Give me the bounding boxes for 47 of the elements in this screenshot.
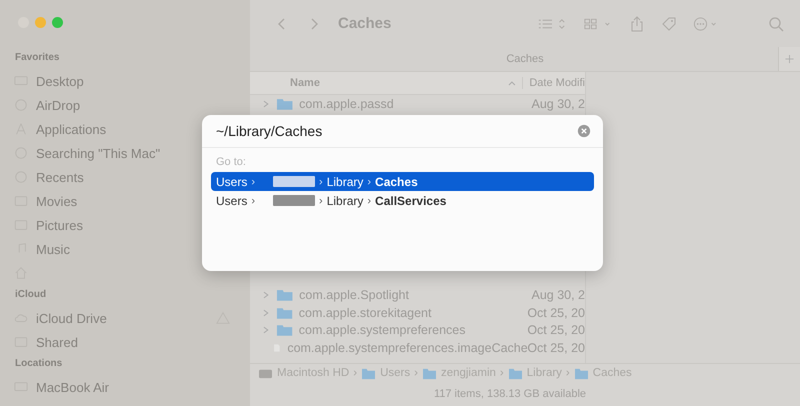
path-separator: › xyxy=(500,367,504,379)
sidebar-item[interactable]: Recents xyxy=(36,170,84,184)
sidebar-item[interactable]: Shared xyxy=(36,334,78,350)
sidebar-heading: Favorites xyxy=(15,52,60,63)
sidebar-item[interactable]: Movies xyxy=(36,194,78,208)
sidebar-item[interactable]: AirDrop xyxy=(36,98,80,112)
redacted-block xyxy=(273,195,316,206)
date-modified: Oct 25, 20 xyxy=(527,306,585,320)
sidebar-item[interactable]: MacBook Air xyxy=(36,380,109,394)
file-name[interactable]: com.apple.storekitagent xyxy=(298,306,528,320)
file-name[interactable]: com.apple.passd xyxy=(299,96,532,111)
sidebar-item[interactable]: Applications xyxy=(36,122,106,136)
file-name[interactable]: com.apple.systempreferences xyxy=(298,323,528,338)
sidebar-item[interactable]: Pictures xyxy=(36,218,83,232)
disclosure-icon[interactable] xyxy=(262,291,270,300)
sidebar-heading: iCloud xyxy=(15,289,48,300)
add-tab-icon[interactable] xyxy=(778,47,800,71)
sidebar-item[interactable]: iCloud Drive xyxy=(36,310,107,326)
date-modified: Aug 30, 2 xyxy=(531,288,585,302)
disclosure-icon[interactable] xyxy=(262,100,270,108)
minimize-button[interactable] xyxy=(35,17,46,28)
path-separator: › xyxy=(566,367,570,379)
disclosure-icon[interactable] xyxy=(262,326,270,334)
path-separator: › xyxy=(353,367,358,379)
tag-icon[interactable] xyxy=(661,16,678,32)
sidebar-item[interactable]: Desktop xyxy=(36,74,84,88)
redacted-block xyxy=(273,176,316,187)
clear-icon[interactable] xyxy=(577,124,591,138)
sidebar-item[interactable]: Searching "This Mac" xyxy=(36,146,160,160)
suggestion-item[interactable]: Users › › Library › Caches xyxy=(211,172,594,191)
sidebar-item[interactable]: Music xyxy=(36,242,70,256)
date-modified: Oct 25, 20 xyxy=(527,323,585,338)
column-header[interactable]: Name xyxy=(290,77,507,89)
path-separator: › xyxy=(414,367,418,379)
date-modified: Oct 25, 20 xyxy=(527,340,585,355)
disclosure-icon[interactable] xyxy=(262,308,270,317)
file-name[interactable]: com.apple.systempreferences.imageCache xyxy=(287,340,528,355)
column-header[interactable]: Date Modifi xyxy=(522,77,585,89)
file-name[interactable]: com.apple.Spotlight xyxy=(299,288,532,302)
suggestion-item[interactable]: Users › › Library › CallServices xyxy=(211,191,594,210)
section-label: Go to: xyxy=(216,156,247,168)
sidebar-heading: Locations xyxy=(15,358,64,369)
search-icon[interactable] xyxy=(768,16,784,32)
path-input-field[interactable]: ~/Library/Caches xyxy=(216,123,577,139)
date-modified: Aug 30, 2 xyxy=(531,96,585,111)
zoom-button[interactable] xyxy=(52,17,63,28)
share-icon[interactable] xyxy=(629,16,646,32)
